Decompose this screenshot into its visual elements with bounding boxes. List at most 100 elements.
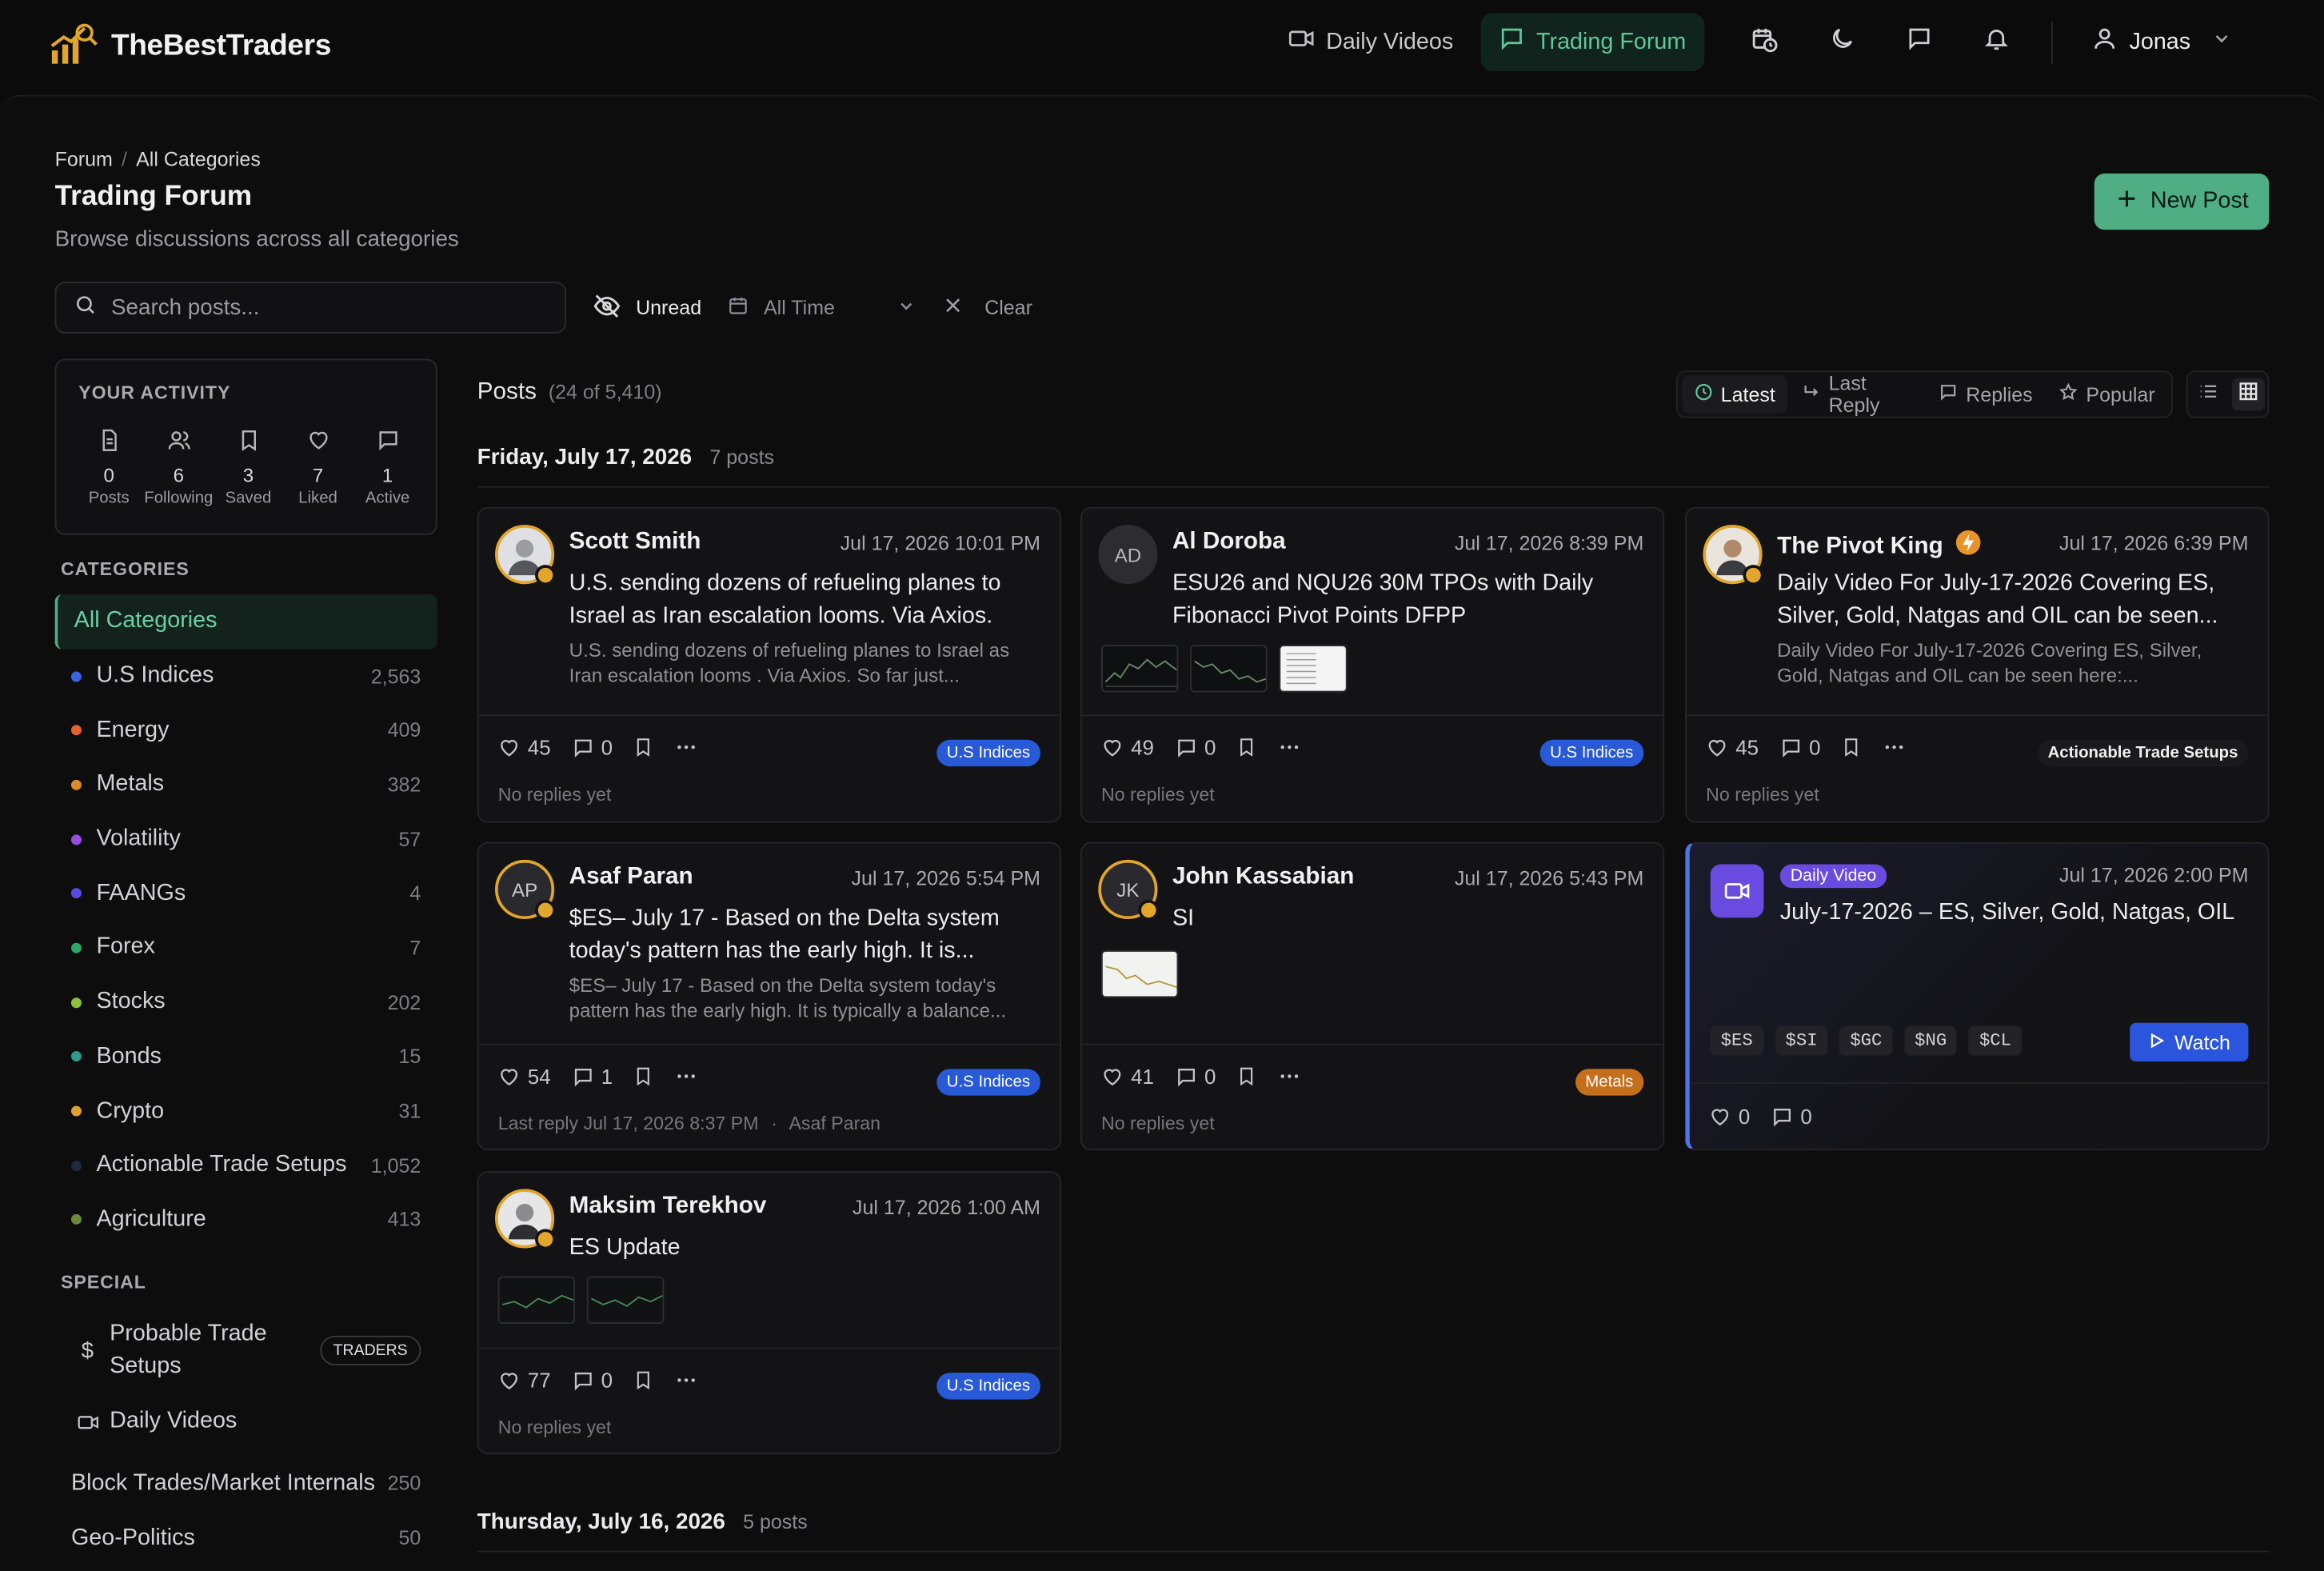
stat-following[interactable]: 6 Following (144, 429, 214, 507)
ticker-chip[interactable]: $GC (1839, 1025, 1893, 1056)
time-filter-select[interactable]: All Time (728, 295, 916, 321)
category-forex[interactable]: Forex 7 (55, 921, 437, 975)
more-button[interactable] (1883, 735, 1907, 759)
ticker-chip[interactable]: $NG (1904, 1025, 1958, 1056)
post-title[interactable]: $ES– July 17 - Based on the Delta system… (569, 903, 1044, 967)
category-tag[interactable]: U.S Indices (1539, 739, 1644, 767)
more-button[interactable] (1278, 1065, 1302, 1089)
post-title[interactable]: Daily Video For July-17-2026 Covering ES… (1777, 568, 2251, 632)
video-title[interactable]: July-17-2026 – ES, Silver, Gold, Natgas,… (1780, 900, 2234, 926)
bookmark-button[interactable] (1841, 737, 1862, 758)
stat-liked[interactable]: 7 Liked (283, 429, 353, 507)
messages-button[interactable] (1885, 14, 1953, 71)
calendar-clock-button[interactable] (1731, 14, 1799, 71)
nav-trading-forum[interactable]: Trading Forum (1479, 13, 1704, 71)
bookmark-button[interactable] (1236, 737, 1257, 758)
more-button[interactable] (675, 1065, 699, 1089)
post-card[interactable]: The Pivot King Jul 17, 2026 6:39 PM Dail… (1685, 506, 2270, 823)
category-actionable-trade-setups[interactable]: Actionable Trade Setups 1,052 (55, 1138, 437, 1193)
ticker-chip[interactable]: $ES (1710, 1025, 1763, 1056)
special-geo-politics[interactable]: Geo-Politics 50 (55, 1511, 437, 1566)
avatar[interactable] (495, 1189, 556, 1250)
list-view-button[interactable] (2191, 378, 2224, 411)
like-button[interactable]: 45 (498, 735, 551, 759)
category-stocks[interactable]: Stocks 202 (55, 975, 437, 1029)
category-energy[interactable]: Energy 409 (55, 703, 437, 758)
comment-button[interactable]: 1 (572, 1065, 613, 1088)
category-tag[interactable]: U.S Indices (936, 1069, 1041, 1096)
comment-button[interactable]: 0 (1175, 1065, 1216, 1088)
theme-toggle-button[interactable] (1807, 14, 1875, 71)
sort-latest[interactable]: Latest (1682, 374, 1787, 414)
author-name[interactable]: John Kassabian (1172, 864, 1354, 890)
author-name[interactable]: Scott Smith (569, 530, 701, 556)
like-button[interactable]: 49 (1101, 735, 1154, 759)
special-probable-trade-setups[interactable]: $ Probable Trade Setups TRADERS (55, 1313, 437, 1388)
category-bonds[interactable]: Bonds 15 (55, 1029, 437, 1084)
ticker-chip[interactable]: $CL (1968, 1025, 2022, 1056)
like-button[interactable]: 45 (1706, 735, 1759, 759)
comment-button[interactable]: 0 (1771, 1105, 1812, 1128)
chart-thumbnail[interactable] (586, 1276, 665, 1324)
post-title[interactable]: ES Update (569, 1232, 1044, 1264)
more-button[interactable] (675, 735, 699, 759)
like-button[interactable]: 77 (498, 1369, 551, 1392)
post-card[interactable]: AP Asaf Paran Jul 17, 2026 5:54 PM $ES– … (477, 841, 1061, 1151)
bookmark-button[interactable] (633, 737, 654, 758)
stat-posts[interactable]: 0 Posts (74, 429, 144, 507)
comment-button[interactable]: 0 (572, 735, 613, 759)
chart-thumbnail[interactable] (1190, 645, 1268, 693)
category-metals[interactable]: Metals 382 (55, 758, 437, 812)
brand[interactable]: TheBestTraders (49, 21, 331, 73)
unread-filter[interactable]: Unread (593, 291, 701, 324)
stat-saved[interactable]: 3 Saved (214, 429, 283, 507)
category-tag[interactable]: U.S Indices (936, 1373, 1041, 1400)
sort-replies[interactable]: Replies (1927, 375, 2044, 414)
chart-thumbnail[interactable] (1101, 645, 1179, 693)
category-tag[interactable]: Metals (1575, 1069, 1644, 1096)
avatar[interactable] (495, 525, 556, 586)
nav-daily-videos[interactable]: Daily Videos (1270, 14, 1471, 71)
comment-button[interactable]: 0 (1779, 735, 1821, 759)
category-volatility[interactable]: Volatility 57 (55, 812, 437, 866)
new-post-button[interactable]: New Post (2094, 173, 2270, 230)
like-button[interactable]: 54 (498, 1065, 551, 1088)
like-button[interactable]: 41 (1101, 1065, 1154, 1088)
special-block-trades[interactable]: Block Trades/Market Internals 250 (55, 1456, 437, 1511)
post-card[interactable]: AD Al Doroba Jul 17, 2026 8:39 PM ESU26 … (1080, 506, 1665, 823)
post-title[interactable]: ESU26 and NQU26 30M TPOs with Daily Fibo… (1172, 568, 1647, 632)
chart-thumbnail[interactable] (497, 1276, 576, 1324)
author-name[interactable]: Al Doroba (1172, 530, 1286, 556)
post-card[interactable]: Maksim Terekhov Jul 17, 2026 1:00 AM ES … (477, 1171, 1061, 1455)
last-reply-author[interactable]: Asaf Paran (789, 1113, 880, 1134)
more-button[interactable] (675, 1369, 699, 1393)
author-name[interactable]: Maksim Terekhov (569, 1193, 767, 1220)
author-name[interactable]: Asaf Paran (569, 864, 693, 890)
category-tag[interactable]: U.S Indices (936, 739, 1041, 767)
sort-last-reply[interactable]: Last Reply (1790, 372, 1924, 417)
category-all[interactable]: All Categories (54, 594, 437, 650)
bookmark-button[interactable] (633, 1066, 654, 1087)
search-input[interactable] (110, 294, 541, 321)
user-menu[interactable]: Jonas (2073, 14, 2250, 71)
comment-button[interactable]: 0 (1175, 735, 1216, 759)
watch-button[interactable]: Watch (2130, 1022, 2249, 1061)
avatar[interactable]: AD (1098, 525, 1158, 585)
comment-button[interactable]: 0 (572, 1369, 613, 1392)
category-faangs[interactable]: FAANGs 4 (55, 866, 437, 921)
post-card[interactable]: Scott Smith Jul 17, 2026 10:01 PM U.S. s… (477, 506, 1061, 823)
avatar[interactable]: JK (1098, 859, 1160, 921)
daily-video-card[interactable]: Daily Video Jul 17, 2026 2:00 PM July-17… (1685, 841, 2270, 1151)
breadcrumb-forum[interactable]: Forum (55, 148, 113, 170)
chart-thumbnail[interactable] (1101, 949, 1179, 998)
grid-view-button[interactable] (2231, 378, 2264, 411)
notifications-button[interactable] (1962, 14, 2030, 71)
post-title[interactable]: U.S. sending dozens of refueling planes … (569, 568, 1044, 632)
like-button[interactable]: 0 (1709, 1105, 1750, 1128)
category-us-indices[interactable]: U.S Indices 2,563 (55, 649, 437, 703)
category-crypto[interactable]: Crypto 31 (55, 1084, 437, 1138)
special-daily-videos[interactable]: Daily Videos (55, 1388, 437, 1456)
bookmark-button[interactable] (633, 1369, 654, 1390)
clear-filters-button[interactable]: Clear (943, 295, 1032, 321)
more-button[interactable] (1278, 735, 1302, 759)
